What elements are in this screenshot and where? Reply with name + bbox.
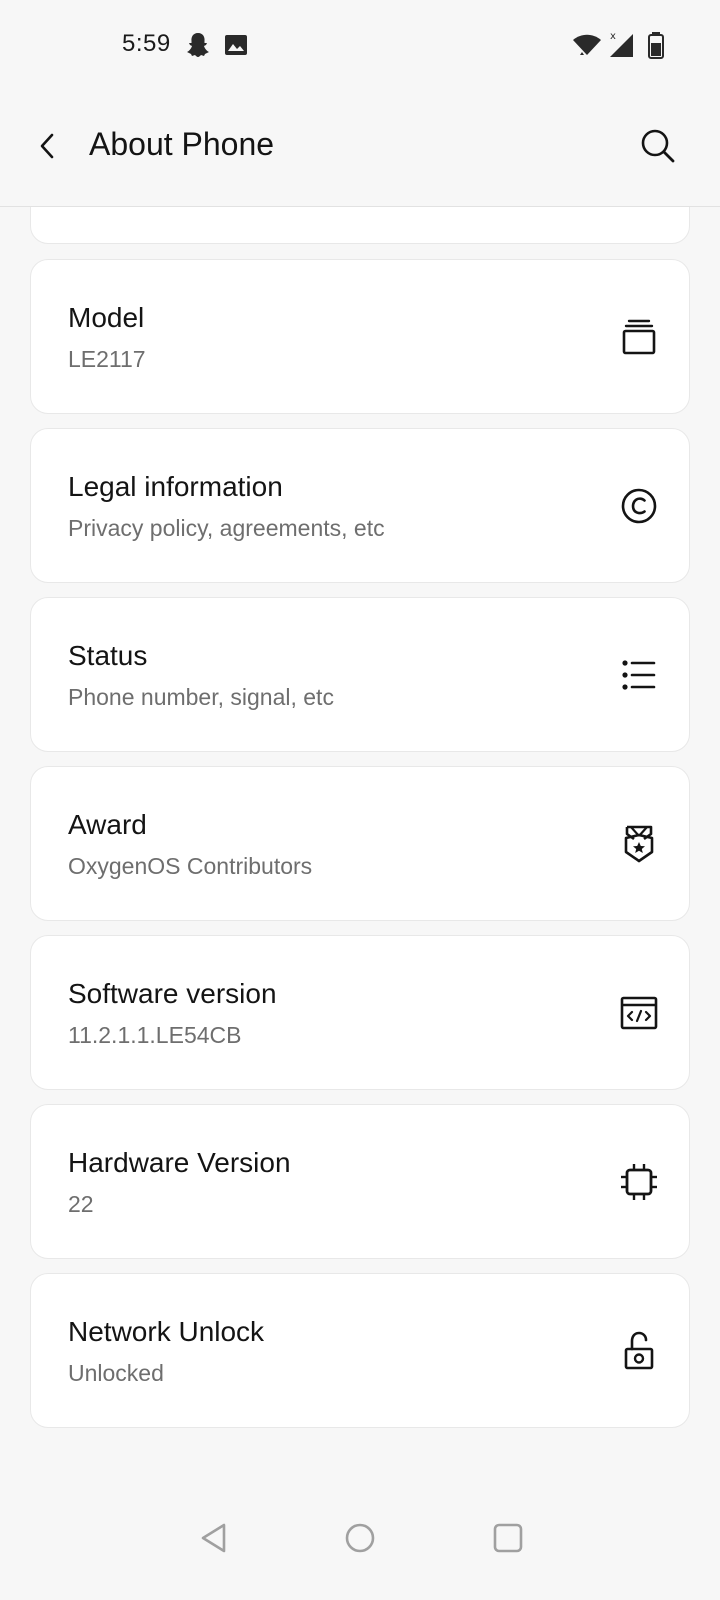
- device-stack-icon: [619, 317, 659, 357]
- item-subtitle: Phone number, signal, etc: [68, 684, 334, 710]
- search-icon: [641, 129, 675, 163]
- chevron-left-icon: [40, 133, 54, 159]
- svg-text:x: x: [610, 31, 616, 42]
- app-bar: About Phone: [0, 92, 720, 207]
- page-title: About Phone: [89, 126, 275, 162]
- nav-home-button[interactable]: [340, 1518, 380, 1558]
- item-subtitle: 22: [68, 1191, 94, 1217]
- back-button[interactable]: [28, 126, 68, 166]
- item-title: Status: [68, 640, 148, 671]
- home-circle-icon: [345, 1523, 375, 1553]
- nav-recents-button[interactable]: [488, 1518, 528, 1558]
- settings-list: Model LE2117 Legal information Privacy p…: [0, 207, 720, 1457]
- snapchat-icon: [186, 32, 210, 63]
- list-item-network-unlock[interactable]: Network Unlock Unlocked: [30, 1273, 690, 1428]
- item-title: Hardware Version: [68, 1147, 291, 1178]
- battery-icon: [647, 31, 665, 64]
- partial-card[interactable]: [30, 207, 690, 244]
- code-window-icon: [619, 993, 659, 1033]
- search-button[interactable]: [636, 124, 680, 168]
- list-item-hardware-version[interactable]: Hardware Version 22: [30, 1104, 690, 1259]
- screen: 5:59 x About Phone Model LE2117 Legal in…: [0, 0, 720, 1600]
- item-title: Model: [68, 302, 145, 333]
- recents-square-icon: [493, 1523, 523, 1553]
- list-item-status[interactable]: Status Phone number, signal, etc: [30, 597, 690, 752]
- item-title: Legal information: [68, 471, 283, 502]
- nav-back-button[interactable]: [194, 1518, 234, 1558]
- item-title: Network Unlock: [68, 1316, 265, 1347]
- navigation-bar: [0, 1500, 720, 1600]
- list-icon: [619, 655, 659, 695]
- item-title: Software version: [68, 978, 277, 1009]
- list-item-award[interactable]: Award OxygenOS Contributors: [30, 766, 690, 921]
- list-item-software-version[interactable]: Software version 11.2.1.1.LE54CB: [30, 935, 690, 1090]
- status-time: 5:59: [122, 30, 171, 57]
- copyright-icon: [619, 486, 659, 526]
- image-icon: [224, 33, 248, 62]
- list-item-model[interactable]: Model LE2117: [30, 259, 690, 414]
- chip-icon: [619, 1162, 659, 1202]
- list-item-legal-information[interactable]: Legal information Privacy policy, agreem…: [30, 428, 690, 583]
- item-subtitle: Privacy policy, agreements, etc: [68, 515, 385, 541]
- status-bar: 5:59 x: [0, 0, 720, 92]
- wifi-icon: [572, 33, 602, 62]
- signal-icon: x: [607, 30, 635, 63]
- item-subtitle: 11.2.1.1.LE54CB: [68, 1022, 242, 1048]
- item-title: Award: [68, 809, 147, 840]
- item-subtitle: LE2117: [68, 346, 146, 372]
- item-subtitle: OxygenOS Contributors: [68, 853, 313, 879]
- unlock-icon: [619, 1331, 659, 1371]
- award-badge-icon: [619, 824, 659, 864]
- back-triangle-icon: [201, 1523, 226, 1553]
- item-subtitle: Unlocked: [68, 1360, 164, 1386]
